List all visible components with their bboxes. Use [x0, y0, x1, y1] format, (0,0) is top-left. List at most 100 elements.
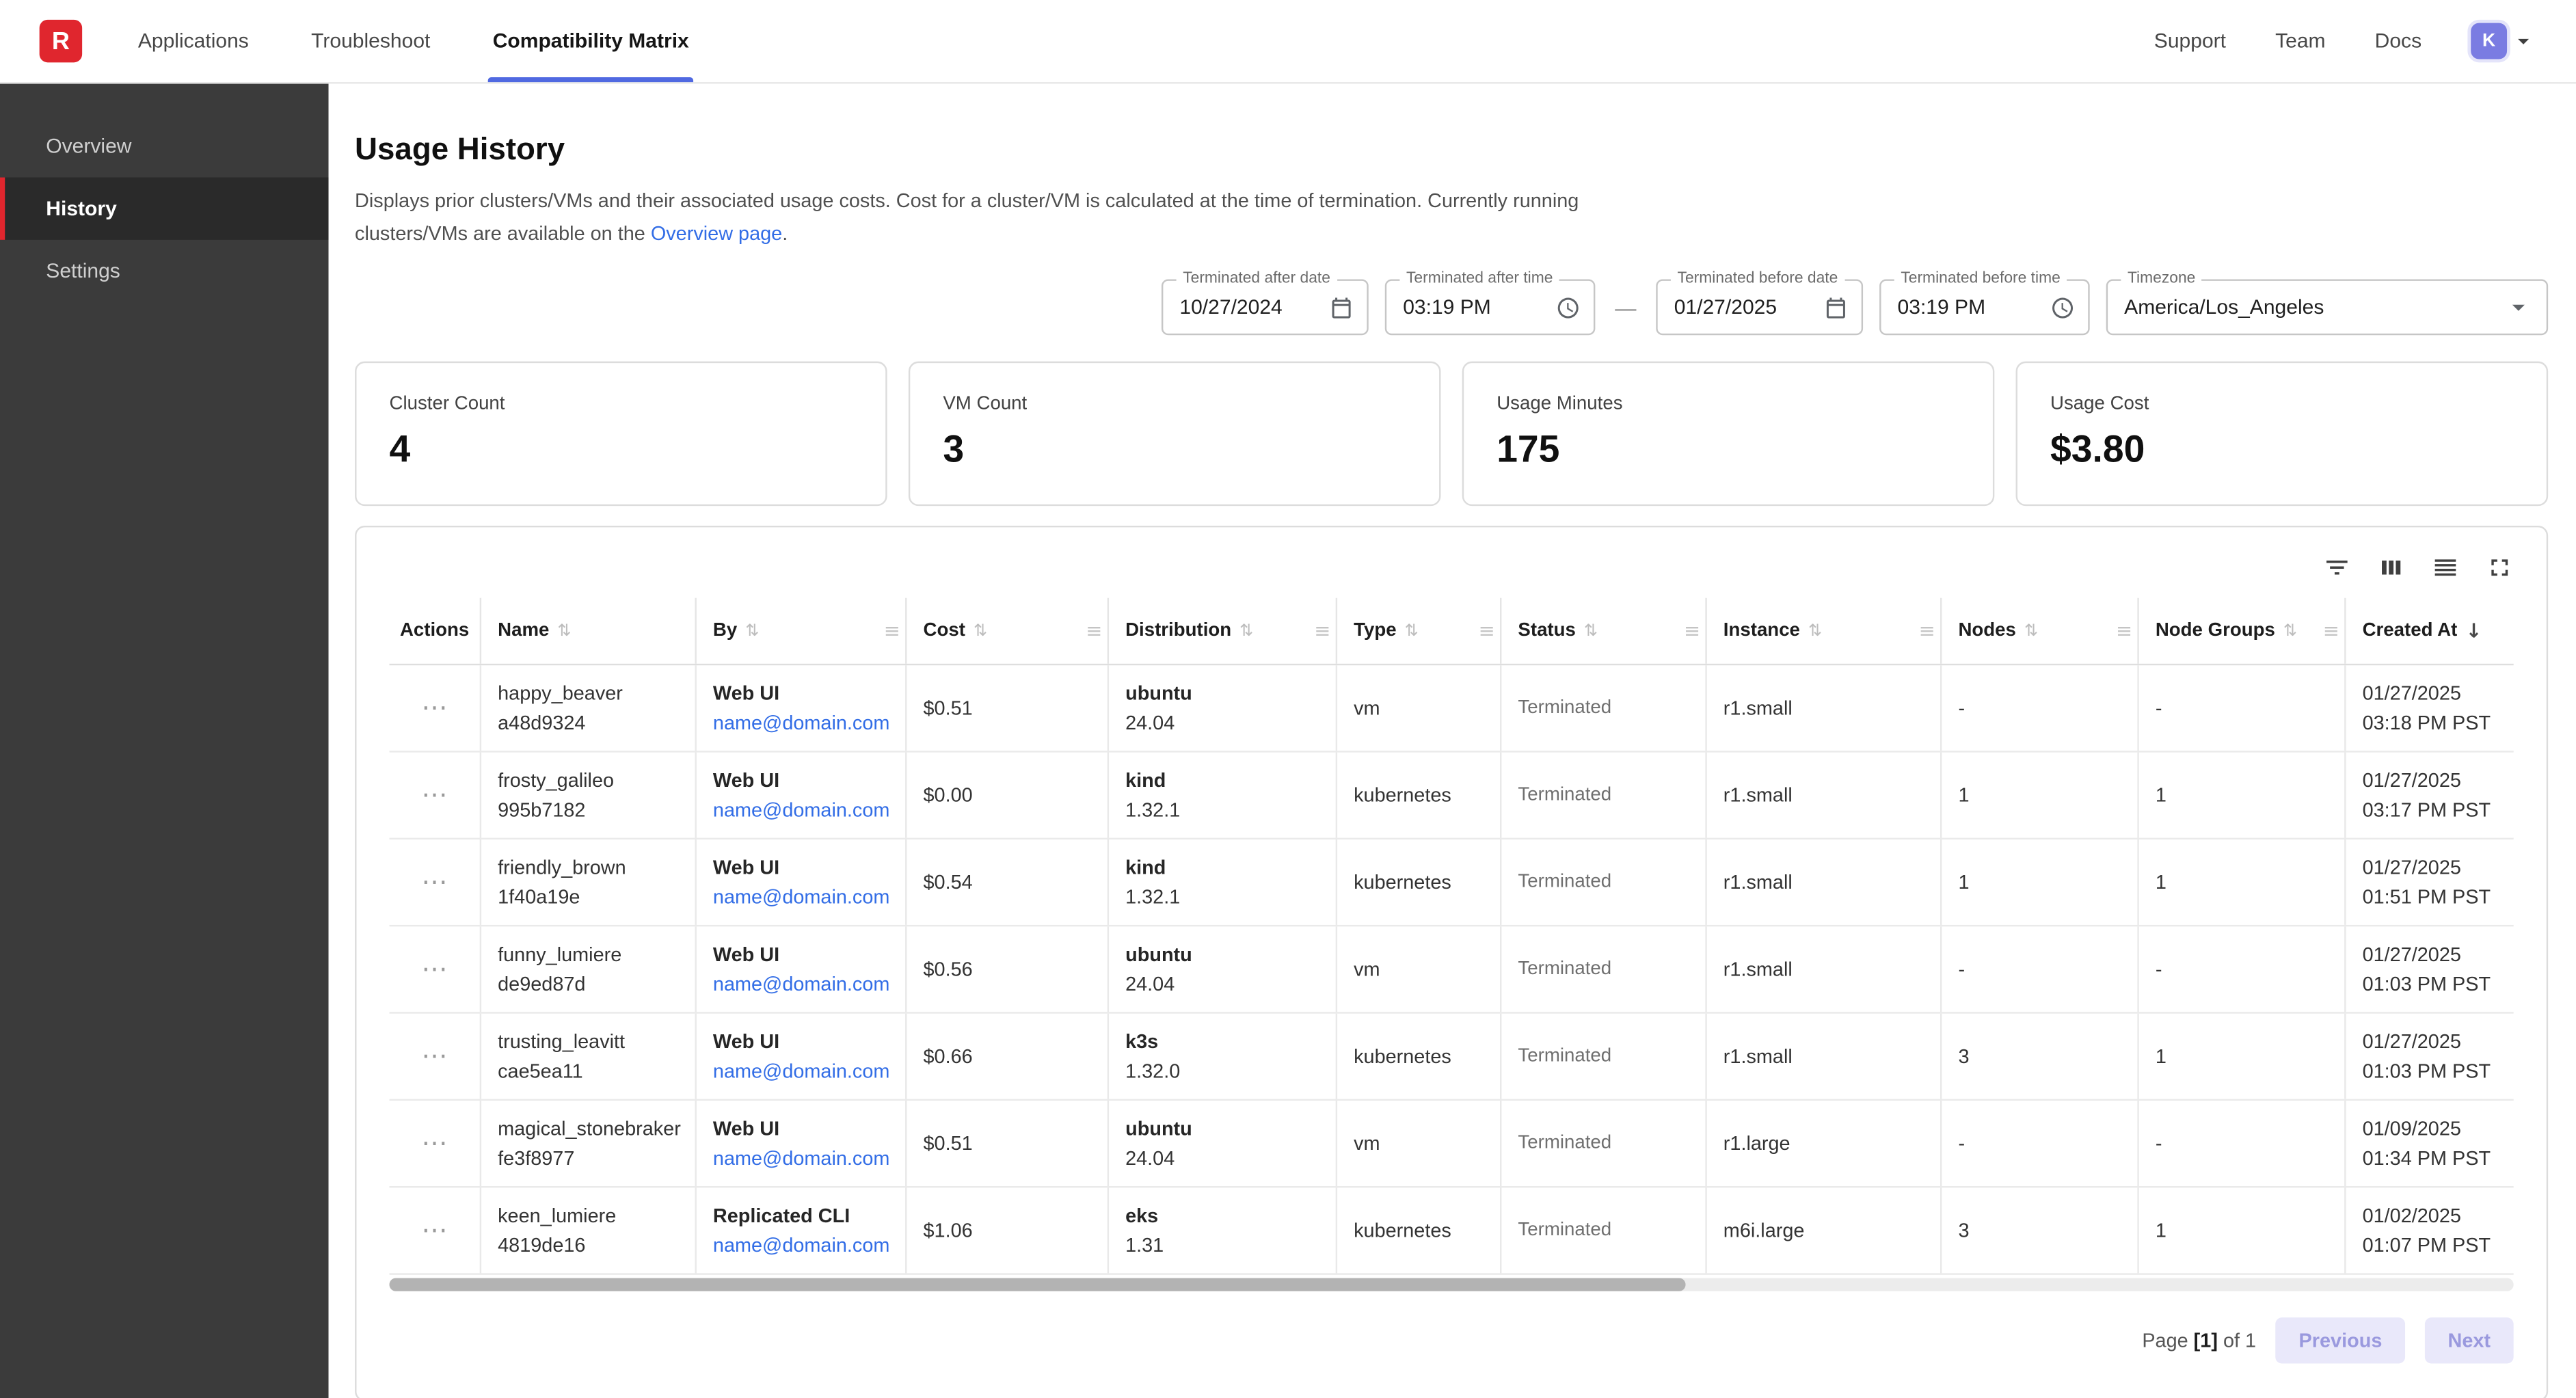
row-actions-button[interactable]: ⋯ — [421, 1048, 447, 1064]
horizontal-scrollbar[interactable] — [390, 1278, 2514, 1291]
cost-cell: $0.00 — [907, 753, 1109, 838]
nav-item-troubleshoot[interactable]: Troubleshoot — [311, 0, 430, 82]
created-at-cell: 01/27/2025 03:17 PM PST — [2346, 753, 2514, 838]
account-menu[interactable]: K — [2471, 23, 2536, 59]
sort-icon[interactable]: ⇅ — [2283, 622, 2297, 640]
column-menu-icon[interactable]: ≡ — [1314, 619, 1330, 643]
column-header-nodes[interactable]: Nodes⇅≡ — [1942, 598, 2138, 664]
nav-item-support[interactable]: Support — [2154, 29, 2226, 53]
next-page-button[interactable]: Next — [2425, 1317, 2514, 1363]
nodes-cell: 3 — [1942, 1014, 2138, 1099]
terminated-after-time-input[interactable]: Terminated after time 03:19 PM — [1385, 280, 1596, 336]
filter-icon[interactable] — [2323, 553, 2351, 581]
created-by-email-link[interactable]: name@domain.com — [713, 1056, 889, 1086]
timezone-select[interactable]: Timezone America/Los_Angeles — [2106, 280, 2548, 336]
created-by-email-link[interactable]: name@domain.com — [713, 1144, 889, 1173]
created-by-email-link[interactable]: name@domain.com — [713, 1231, 889, 1260]
column-menu-icon[interactable]: ≡ — [1086, 619, 1102, 643]
created-by-source: Web UI — [713, 852, 889, 882]
columns-icon[interactable] — [2377, 553, 2405, 581]
created-by-email-link[interactable]: name@domain.com — [713, 795, 889, 824]
row-actions-button[interactable]: ⋯ — [421, 874, 447, 890]
created-by-email-link[interactable]: name@domain.com — [713, 969, 889, 999]
sort-icon[interactable]: ⇅ — [974, 622, 987, 640]
calendar-icon[interactable] — [1316, 295, 1354, 319]
row-actions-button[interactable]: ⋯ — [421, 961, 447, 978]
sort-icon[interactable]: ⇅ — [1808, 622, 1822, 640]
sidebar-item-history[interactable]: History — [0, 178, 329, 240]
column-header-created-at[interactable]: Created At↓ — [2346, 598, 2514, 664]
replicated-logo[interactable]: R — [40, 20, 82, 62]
field-label: Terminated before time — [1894, 269, 2067, 287]
sidebar-item-settings[interactable]: Settings — [0, 240, 329, 302]
avatar[interactable]: K — [2471, 23, 2507, 59]
stat-card-usage-cost: Usage Cost $3.80 — [2016, 362, 2549, 506]
sort-desc-icon[interactable]: ↓ — [2465, 619, 2482, 643]
column-menu-icon[interactable]: ≡ — [2116, 619, 2132, 643]
created-by-email-link[interactable]: name@domain.com — [713, 882, 889, 911]
row-actions-button[interactable]: ⋯ — [421, 787, 447, 803]
terminated-before-time-input[interactable]: Terminated before time 03:19 PM — [1879, 280, 2090, 336]
nodes-cell: - — [1942, 665, 2138, 751]
column-header-distribution[interactable]: Distribution⇅≡ — [1109, 598, 1337, 664]
nav-item-applications[interactable]: Applications — [138, 0, 249, 82]
column-header-node-groups[interactable]: Node Groups⇅≡ — [2139, 598, 2346, 664]
terminated-before-date-input[interactable]: Terminated before date 01/27/2025 — [1656, 280, 1863, 336]
status-badge: Terminated — [1518, 1215, 1689, 1245]
node-groups-cell: - — [2139, 1101, 2346, 1186]
column-menu-icon[interactable]: ≡ — [884, 619, 900, 643]
column-menu-icon[interactable]: ≡ — [1684, 619, 1700, 643]
column-header-status[interactable]: Status⇅≡ — [1501, 598, 1706, 664]
cluster-id: de9ed87d — [498, 969, 678, 999]
pagination: Page [1] of 1 Previous Next — [390, 1291, 2514, 1386]
field-value: 03:19 PM — [1403, 296, 1491, 319]
table-header: Actions Name⇅ By⇅≡ Cost⇅≡ Distribution⇅≡… — [390, 598, 2514, 666]
nodes-cell: - — [1942, 1101, 2138, 1186]
dropdown-arrow-icon[interactable] — [2491, 293, 2533, 322]
type-cell: kubernetes — [1337, 753, 1501, 838]
sort-icon[interactable]: ⇅ — [1239, 622, 1253, 640]
previous-page-button[interactable]: Previous — [2276, 1317, 2405, 1363]
date-range-separator: — — [1611, 295, 1639, 319]
scrollbar-thumb[interactable] — [390, 1278, 1685, 1291]
type-cell: vm — [1337, 1101, 1501, 1186]
nav-item-compatibility-matrix[interactable]: Compatibility Matrix — [493, 0, 689, 82]
terminated-after-date-input[interactable]: Terminated after date 10/27/2024 — [1162, 280, 1369, 336]
column-header-name[interactable]: Name⇅ — [481, 598, 697, 664]
nav-item-team[interactable]: Team — [2275, 29, 2325, 53]
page-description-line2: clusters/VMs are available on the Overvi… — [355, 217, 2548, 250]
row-actions-button[interactable]: ⋯ — [421, 700, 447, 716]
actions-cell: ⋯ — [390, 839, 482, 925]
column-header-instance[interactable]: Instance⇅≡ — [1707, 598, 1942, 664]
column-header-type[interactable]: Type⇅≡ — [1337, 598, 1501, 664]
sort-icon[interactable]: ⇅ — [1584, 622, 1598, 640]
column-menu-icon[interactable]: ≡ — [1479, 619, 1495, 643]
status-cell: Terminated — [1501, 665, 1706, 751]
sort-icon[interactable]: ⇅ — [745, 622, 759, 640]
column-menu-icon[interactable]: ≡ — [1919, 619, 1935, 643]
clock-icon[interactable] — [1542, 295, 1580, 319]
sort-icon[interactable]: ⇅ — [1405, 622, 1419, 640]
node-groups-cell: 1 — [2139, 753, 2346, 838]
column-header-cost[interactable]: Cost⇅≡ — [907, 598, 1109, 664]
instance-cell: r1.small — [1707, 753, 1942, 838]
clock-icon[interactable] — [2037, 295, 2075, 319]
calendar-icon[interactable] — [1810, 295, 1848, 319]
fullscreen-icon[interactable] — [2486, 553, 2514, 581]
overview-page-link[interactable]: Overview page — [651, 221, 782, 245]
column-menu-icon[interactable]: ≡ — [2323, 619, 2339, 643]
created-time: 01:51 PM PST — [2363, 882, 2497, 911]
sort-icon[interactable]: ⇅ — [2024, 622, 2038, 640]
column-header-by[interactable]: By⇅≡ — [697, 598, 907, 664]
created-by-email-link[interactable]: name@domain.com — [713, 708, 889, 738]
table-row: ⋯ funny_lumiere de9ed87d Web UI name@dom… — [390, 926, 2514, 1013]
row-actions-button[interactable]: ⋯ — [421, 1135, 447, 1152]
field-value: America/Los_Angeles — [2124, 296, 2324, 319]
sidebar-item-overview[interactable]: Overview — [0, 115, 329, 177]
row-actions-button[interactable]: ⋯ — [421, 1222, 447, 1239]
sort-icon[interactable]: ⇅ — [557, 622, 571, 640]
page-description-line1: Displays prior clusters/VMs and their as… — [355, 184, 2548, 217]
nav-item-docs[interactable]: Docs — [2375, 29, 2421, 53]
density-icon[interactable] — [2432, 553, 2460, 581]
by-cell: Web UI name@domain.com — [697, 839, 907, 925]
